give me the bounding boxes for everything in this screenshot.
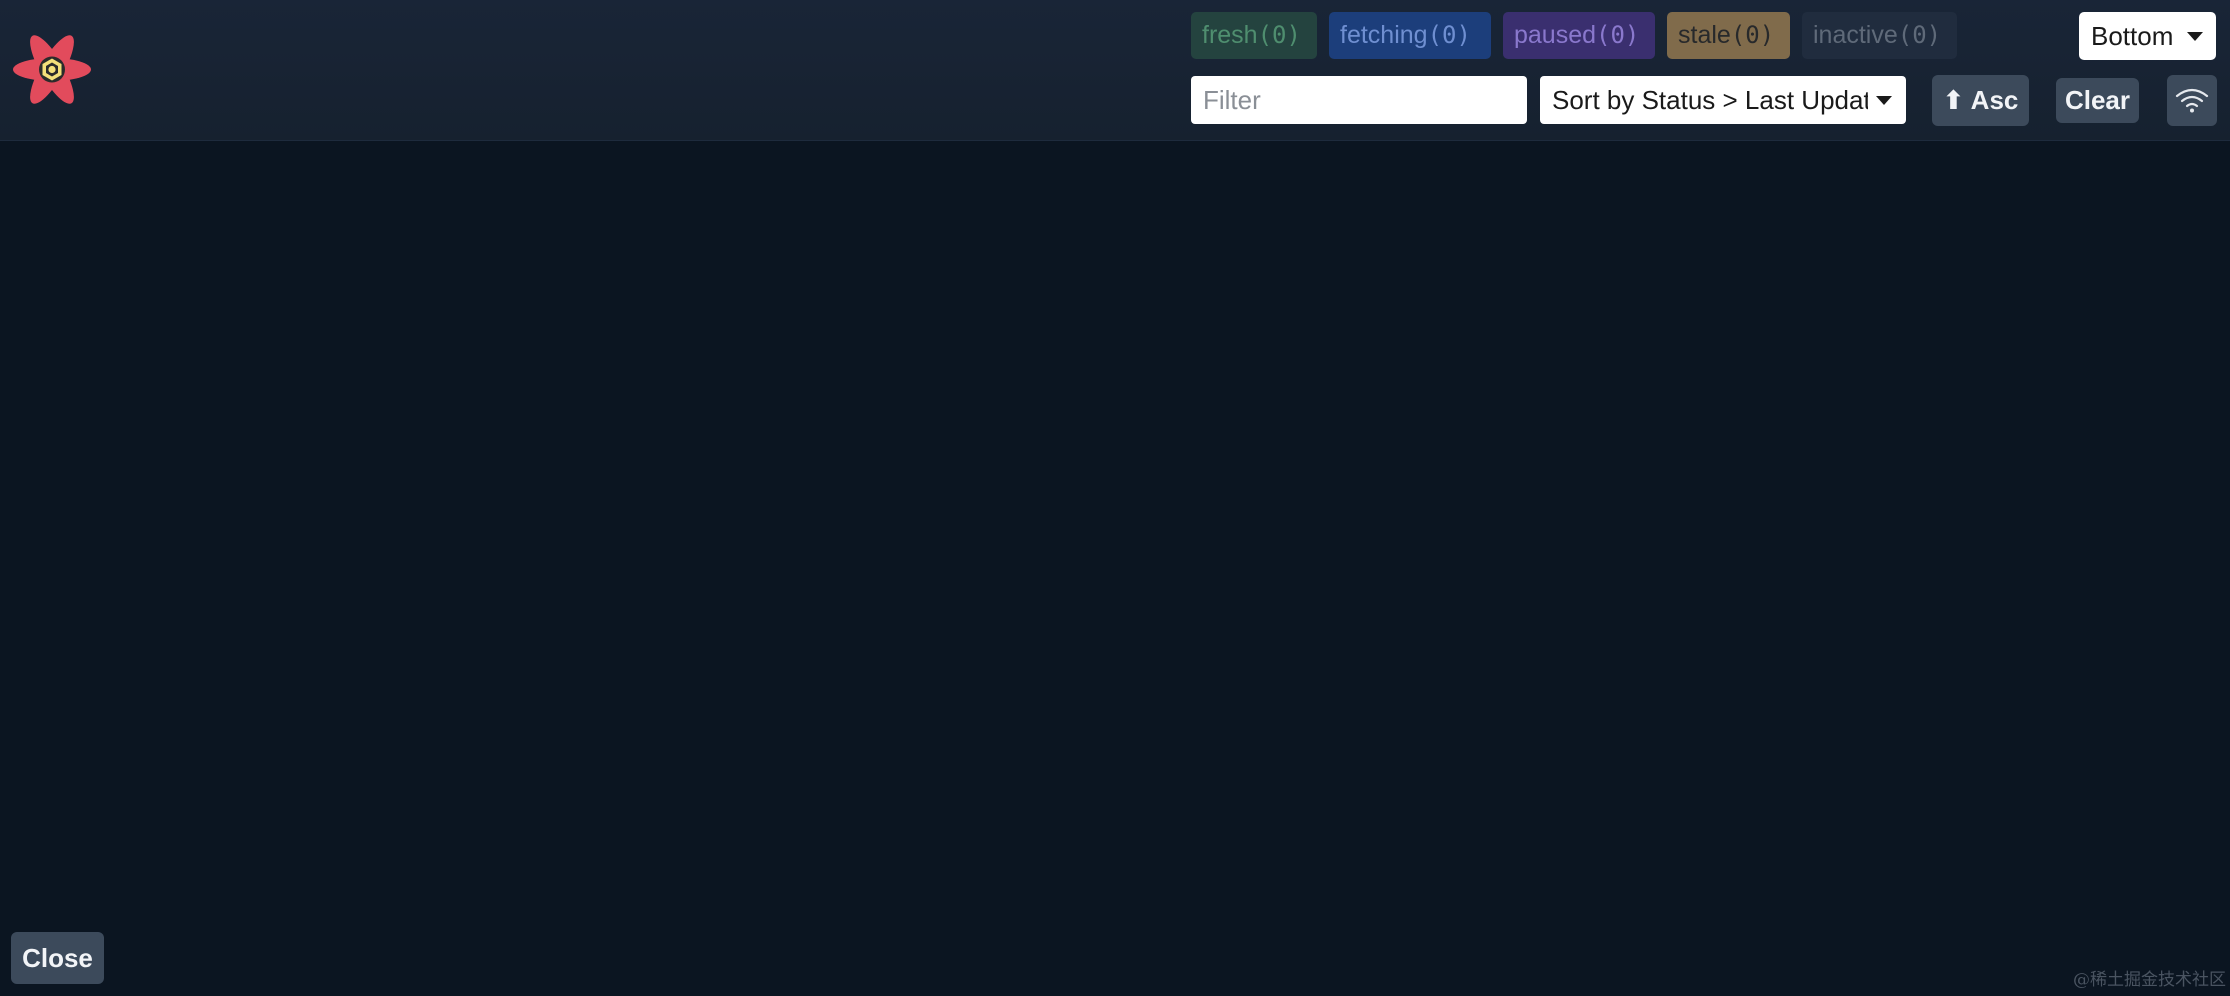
sort-select[interactable]: Sort by Status > Last Updated bbox=[1540, 76, 1906, 124]
react-query-logo-icon[interactable] bbox=[10, 32, 94, 107]
sort-direction-button[interactable]: ⬆ Asc bbox=[1932, 75, 2029, 126]
clear-button[interactable]: Clear bbox=[2056, 78, 2139, 123]
position-select[interactable]: Bottom bbox=[2079, 12, 2216, 60]
status-chip-label: fresh bbox=[1202, 21, 1258, 49]
status-chip-inactive: inactive(0) bbox=[1802, 12, 1957, 59]
wifi-icon bbox=[2175, 88, 2209, 113]
status-chip-fresh: fresh(0) bbox=[1191, 12, 1317, 59]
clear-button-label: Clear bbox=[2064, 85, 2131, 115]
online-toggle-button[interactable] bbox=[2167, 75, 2217, 126]
close-button[interactable]: Close bbox=[11, 932, 104, 984]
status-chip-count: (0) bbox=[1257, 21, 1301, 49]
devtools-header: fresh(0) fetching(0) paused(0) stale(0) … bbox=[0, 0, 2230, 141]
devtools-panel: fresh(0) fetching(0) paused(0) stale(0) … bbox=[0, 0, 2230, 996]
watermark: @稀土掘金技术社区 bbox=[2073, 970, 2226, 990]
status-chip-count: (0) bbox=[1897, 21, 1942, 49]
sort-direction-label: Asc bbox=[1970, 85, 2019, 115]
arrow-up-icon: ⬆ bbox=[1942, 85, 1965, 115]
sort-select-value: Sort by Status > Last Updated bbox=[1552, 85, 1868, 115]
status-chip-label: inactive bbox=[1813, 21, 1898, 49]
status-chip-count: (0) bbox=[1596, 21, 1640, 49]
status-chip-fetching: fetching(0) bbox=[1329, 12, 1491, 59]
chevron-down-icon bbox=[1876, 96, 1892, 105]
status-chip-stale: stale(0) bbox=[1667, 12, 1790, 59]
status-chip-paused: paused(0) bbox=[1503, 12, 1655, 59]
chevron-down-icon bbox=[2187, 32, 2203, 41]
filter-input[interactable] bbox=[1191, 76, 1527, 124]
status-chip-label: paused bbox=[1514, 21, 1597, 49]
position-select-value: Bottom bbox=[2091, 21, 2174, 51]
status-chip-count: (0) bbox=[1730, 21, 1775, 49]
close-button-label: Close bbox=[22, 943, 93, 973]
status-chip-label: stale bbox=[1678, 21, 1731, 49]
status-chip-count: (0) bbox=[1427, 21, 1471, 49]
status-chip-label: fetching bbox=[1340, 21, 1428, 49]
